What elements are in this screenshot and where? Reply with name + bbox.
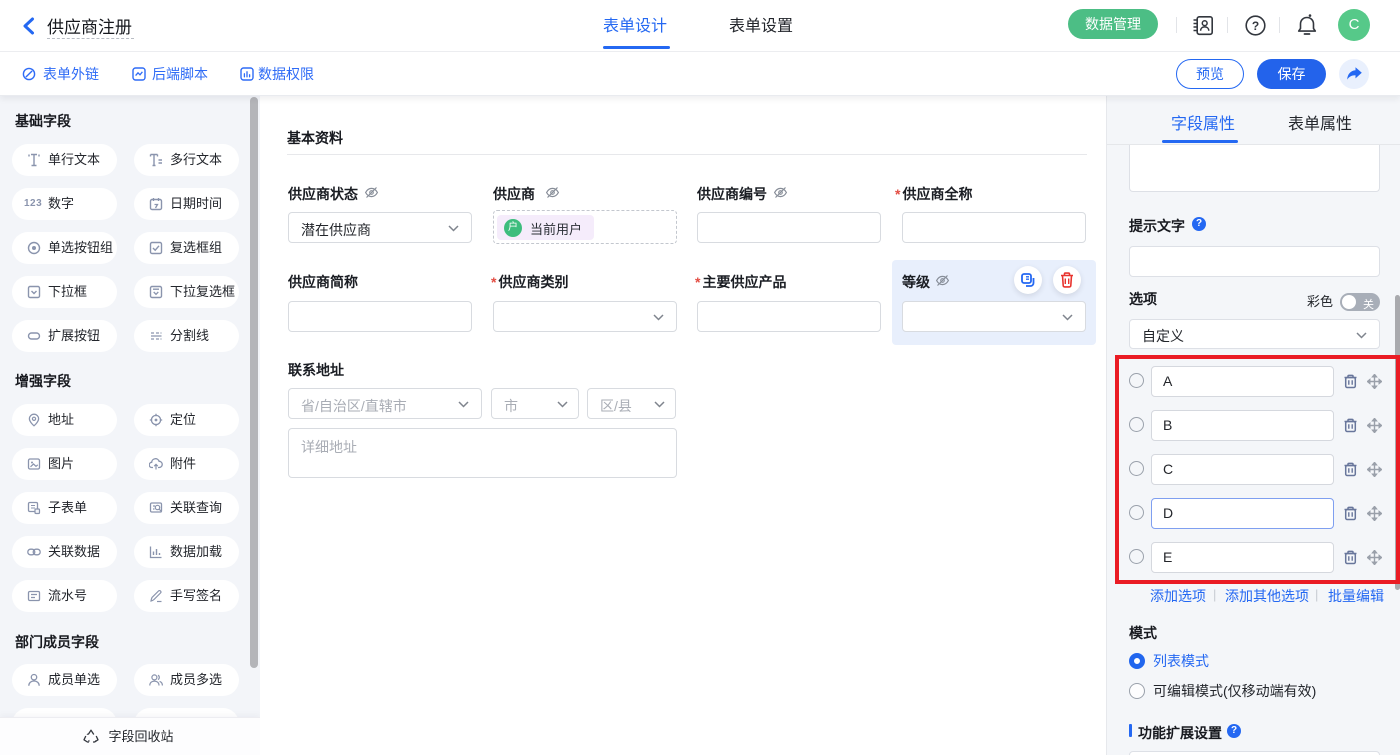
svg-text:?: ? xyxy=(1252,19,1259,33)
